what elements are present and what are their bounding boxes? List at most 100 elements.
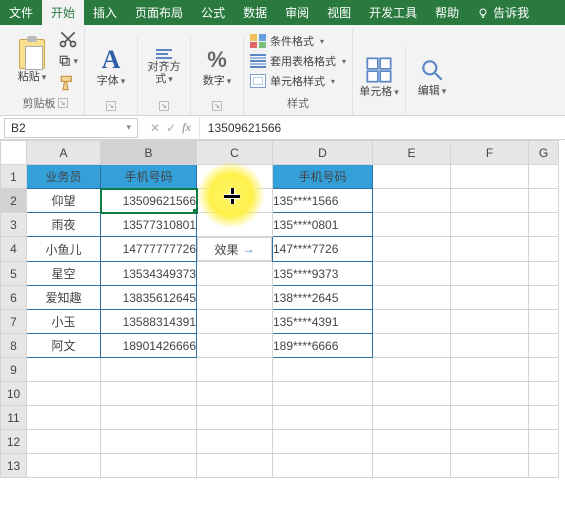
- name-box-dropdown-icon[interactable]: ▾: [126, 122, 131, 133]
- cell-F6[interactable]: [451, 286, 529, 310]
- cell-B3[interactable]: 13577310801: [101, 213, 197, 237]
- col-header-C[interactable]: C: [197, 141, 273, 165]
- cancel-formula-button[interactable]: ✕: [150, 121, 160, 135]
- alignment-launcher[interactable]: ↘: [159, 101, 169, 111]
- cell-E9[interactable]: [373, 358, 451, 382]
- editing-button[interactable]: 编辑: [412, 46, 452, 108]
- cell-B7[interactable]: 13588314391: [101, 310, 197, 334]
- cell-C7[interactable]: [197, 310, 273, 334]
- cell-C10[interactable]: [197, 382, 273, 406]
- format-painter-button[interactable]: [58, 74, 78, 92]
- row-header-6[interactable]: 6: [1, 286, 27, 310]
- fill-handle[interactable]: [193, 209, 197, 213]
- tab-insert[interactable]: 插入: [84, 0, 126, 25]
- format-as-table-button[interactable]: 套用表格格式▾: [250, 53, 346, 69]
- row-header-7[interactable]: 7: [1, 310, 27, 334]
- cell-C9[interactable]: [197, 358, 273, 382]
- cell-G11[interactable]: [529, 406, 559, 430]
- cell-D12[interactable]: [273, 430, 373, 454]
- cell-C11[interactable]: [197, 406, 273, 430]
- col-header-G[interactable]: G: [529, 141, 559, 165]
- cell-C2[interactable]: [197, 189, 273, 213]
- cell-D11[interactable]: [273, 406, 373, 430]
- formula-input[interactable]: 13509621566: [199, 116, 565, 139]
- cell-B8[interactable]: 18901426666: [101, 334, 197, 358]
- cell-E12[interactable]: [373, 430, 451, 454]
- tab-help[interactable]: 帮助: [426, 0, 468, 25]
- cut-button[interactable]: [58, 30, 78, 48]
- cell-F7[interactable]: [451, 310, 529, 334]
- cell-G9[interactable]: [529, 358, 559, 382]
- number-launcher[interactable]: ↘: [212, 101, 222, 111]
- cell-F3[interactable]: [451, 213, 529, 237]
- cell-C4[interactable]: 效果→: [197, 237, 272, 261]
- font-button[interactable]: A 字体: [91, 36, 131, 98]
- cell-G4[interactable]: [529, 237, 559, 262]
- row-header-13[interactable]: 13: [1, 454, 27, 478]
- cell-A4[interactable]: 小鱼儿: [27, 237, 101, 262]
- number-button[interactable]: % 数字: [197, 36, 237, 98]
- cell-E6[interactable]: [373, 286, 451, 310]
- cell-A8[interactable]: 阿文: [27, 334, 101, 358]
- cell-F9[interactable]: [451, 358, 529, 382]
- cell-D10[interactable]: [273, 382, 373, 406]
- row-header-5[interactable]: 5: [1, 262, 27, 286]
- cells-button[interactable]: 单元格: [359, 46, 399, 108]
- enter-formula-button[interactable]: ✓: [166, 121, 176, 135]
- cell-D4[interactable]: 147****7726: [273, 237, 373, 262]
- cell-E10[interactable]: [373, 382, 451, 406]
- name-box[interactable]: B2 ▾: [4, 118, 138, 138]
- cell-F5[interactable]: [451, 262, 529, 286]
- cell-G7[interactable]: [529, 310, 559, 334]
- tell-me[interactable]: 告诉我: [468, 0, 538, 25]
- cell-C1[interactable]: [197, 165, 273, 189]
- cell-D6[interactable]: 138****2645: [273, 286, 373, 310]
- row-header-4[interactable]: 4: [1, 237, 27, 262]
- tab-developer[interactable]: 开发工具: [360, 0, 426, 25]
- cell-D8[interactable]: 189****6666: [273, 334, 373, 358]
- cell-A9[interactable]: [27, 358, 101, 382]
- cell-G2[interactable]: [529, 189, 559, 213]
- tab-data[interactable]: 数据: [234, 0, 276, 25]
- cell-B2[interactable]: 13509621566: [101, 189, 197, 213]
- cell-G5[interactable]: [529, 262, 559, 286]
- row-header-2[interactable]: 2: [1, 189, 27, 213]
- cell-C5[interactable]: [197, 262, 273, 286]
- cell-F12[interactable]: [451, 430, 529, 454]
- cell-C8[interactable]: [197, 334, 273, 358]
- tab-file[interactable]: 文件: [0, 0, 42, 25]
- cell-D9[interactable]: [273, 358, 373, 382]
- worksheet-grid[interactable]: A B C D E F G 1 业务员 手机号码 手机号码 2 仰望 13509…: [0, 140, 565, 478]
- tab-view[interactable]: 视图: [318, 0, 360, 25]
- col-header-A[interactable]: A: [27, 141, 101, 165]
- cell-D7[interactable]: 135****4391: [273, 310, 373, 334]
- cell-E5[interactable]: [373, 262, 451, 286]
- cell-E13[interactable]: [373, 454, 451, 478]
- cell-A1[interactable]: 业务员: [27, 165, 101, 189]
- row-header-11[interactable]: 11: [1, 406, 27, 430]
- cell-A5[interactable]: 星空: [27, 262, 101, 286]
- select-all-corner[interactable]: [1, 141, 27, 165]
- row-header-3[interactable]: 3: [1, 213, 27, 237]
- cell-F1[interactable]: [451, 165, 529, 189]
- cell-B5[interactable]: 13534349373: [101, 262, 197, 286]
- col-header-B[interactable]: B: [101, 141, 197, 165]
- cell-B1[interactable]: 手机号码: [101, 165, 197, 189]
- row-header-12[interactable]: 12: [1, 430, 27, 454]
- cell-B4[interactable]: 14777777726: [101, 237, 197, 262]
- paste-button[interactable]: 粘贴: [12, 30, 52, 92]
- cell-F8[interactable]: [451, 334, 529, 358]
- row-header-8[interactable]: 8: [1, 334, 27, 358]
- cell-G12[interactable]: [529, 430, 559, 454]
- cell-A6[interactable]: 爱知趣: [27, 286, 101, 310]
- clipboard-launcher[interactable]: ↘: [58, 98, 68, 108]
- cell-G6[interactable]: [529, 286, 559, 310]
- cell-D1[interactable]: 手机号码: [273, 165, 373, 189]
- col-header-F[interactable]: F: [451, 141, 529, 165]
- cell-F4[interactable]: [451, 237, 529, 262]
- cell-E2[interactable]: [373, 189, 451, 213]
- copy-button[interactable]: [58, 52, 78, 70]
- col-header-E[interactable]: E: [373, 141, 451, 165]
- cell-B12[interactable]: [101, 430, 197, 454]
- cell-B6[interactable]: 13835612645: [101, 286, 197, 310]
